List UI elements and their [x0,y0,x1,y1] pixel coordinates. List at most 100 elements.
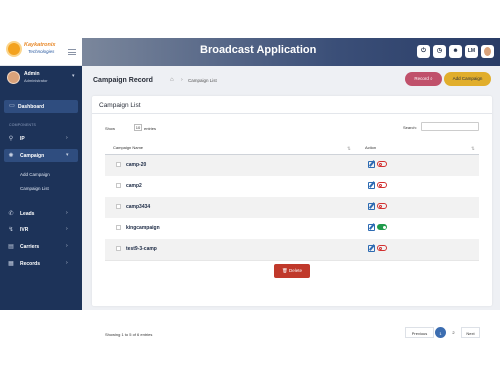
edit-icon[interactable] [368,182,375,189]
entries-select[interactable]: 10 [134,124,142,131]
sidebar-item-label: Dashboard [18,104,45,110]
table-row: kingcampaign [105,218,479,239]
add-campaign-button[interactable]: Add Campaign [444,72,491,86]
sidebar-item-carriers[interactable]: ▤ Carriers › [0,241,82,253]
divider [92,113,492,114]
chevron-right-icon: › [66,243,68,249]
content-header: Campaign Record ⌂ › Campaign List Record… [82,66,500,94]
table-row: camp3434 [105,197,479,218]
logo-sun-icon [8,43,20,55]
campaign-name: camp3434 [126,204,151,210]
row-checkbox[interactable] [116,246,121,251]
table-row: camp2 [105,176,479,197]
sidebar-item-records[interactable]: ▦ Records › [0,258,82,270]
home-icon[interactable]: ⌂ [170,77,174,83]
status-toggle[interactable] [377,245,387,251]
toggle-knob [378,204,382,208]
section-heading: COMPONENTS [9,123,37,127]
edit-icon[interactable] [368,245,375,252]
brand-tagline: Technologies [28,49,55,54]
table-row: test9-3-camp [105,239,479,260]
top-bar: Broadcast Application ⏻ ◷ ☻ LM [82,38,500,66]
sort-icon[interactable]: ⇅ [471,146,475,152]
profile-name: Admin [24,71,40,77]
row-checkbox[interactable] [116,162,121,167]
filter-icon: ⌕ [430,76,433,81]
sidebar-item-label: IVR [20,227,29,233]
avatar [7,71,20,84]
link-icon: ⚲ [8,136,14,142]
row-checkbox[interactable] [116,225,121,230]
edit-icon[interactable] [368,224,375,231]
lm-badge[interactable]: LM [465,45,478,58]
carrier-icon: ▤ [8,244,14,250]
hamburger-menu-icon[interactable] [68,49,76,55]
row-checkbox[interactable] [116,183,121,188]
delete-button[interactable]: 🗑 Delete [274,264,310,278]
app-window: Kaykatronix Technologies Admin Administr… [0,38,500,338]
sidebar-item-label: Leads [20,211,35,217]
ivr-icon: ↯ [8,227,14,233]
user-avatar-icon[interactable] [481,45,494,58]
sidebar-item-ivr[interactable]: ↯ IVR › [0,224,82,236]
chevron-right-icon: › [66,135,68,141]
page-title: Campaign Record [93,77,153,84]
sidebar: Kaykatronix Technologies Admin Administr… [0,38,82,310]
campaign-name: camp2 [126,183,142,189]
status-toggle[interactable] [377,203,387,209]
status-toggle[interactable] [377,224,387,230]
sidebar-item-label: IP [20,136,25,142]
sidebar-item-label: Carriers [20,244,40,250]
row-checkbox[interactable] [116,204,121,209]
show-label: Show [105,126,116,131]
status-toggle[interactable] [377,161,387,167]
record-button-label: Record [414,76,429,81]
pagination-previous[interactable]: Previous [405,327,434,338]
campaign-name: camp-20 [126,162,147,168]
profile[interactable]: Admin Administrator ▾ [0,66,82,100]
toggle-knob [378,162,382,166]
toggle-knob [383,225,386,229]
chevron-right-icon: › [66,226,68,232]
edit-icon[interactable] [368,203,375,210]
table-row: camp-20 [105,155,479,176]
sidebar-item-leads[interactable]: ✆ Leads › [0,208,82,220]
sidebar-item-label: Records [20,261,41,267]
app-title: Broadcast Application [200,44,317,56]
chevron-right-icon: › [66,210,68,216]
profile-role: Administrator [24,78,48,83]
record-button[interactable]: Record ⌕ [405,72,442,86]
delete-row: 🗑 Delete [105,260,479,281]
records-icon: ▦ [8,261,14,267]
phone-icon: ✆ [8,211,14,217]
users-icon[interactable]: ☻ [449,45,462,58]
column-header-campaign-name[interactable]: Campaign Name [113,145,143,150]
status-toggle[interactable] [377,182,387,188]
sidebar-item-campaign[interactable]: ✺ Campaign ▾ [4,149,78,162]
trash-icon: 🗑 [282,268,288,273]
sidebar-subitem-add-campaign[interactable]: Add Campaign [20,172,50,177]
power-icon[interactable]: ⏻ [417,45,430,58]
delete-button-label: Delete [288,268,302,273]
toggle-knob [378,183,382,187]
pagination-next[interactable]: Next [461,327,480,338]
chevron-down-icon: ▾ [66,152,69,158]
clock-icon[interactable]: ◷ [433,45,446,58]
campaign-name: test9-3-camp [126,246,157,252]
chevron-down-icon[interactable]: ▾ [72,73,75,79]
sort-icon[interactable]: ⇅ [347,146,351,152]
card-title: Campaign List [99,102,141,109]
column-header-action[interactable]: Action [365,145,376,150]
sidebar-subitem-campaign-list[interactable]: Campaign List [20,186,49,191]
edit-icon[interactable] [368,161,375,168]
broadcast-icon: ✺ [8,153,14,159]
sidebar-item-ip[interactable]: ⚲ IP › [0,133,82,145]
toggle-knob [378,246,382,250]
search-input[interactable] [421,122,479,131]
pagination-page-1[interactable]: 1 [435,327,446,338]
brand-logo[interactable]: Kaykatronix Technologies [0,38,82,66]
brand-name: Kaykatronix [24,42,56,48]
sidebar-item-dashboard[interactable]: ▭ Dashboard [4,100,78,113]
breadcrumb[interactable]: Campaign List [188,78,217,83]
pagination-page-2[interactable]: 2 [448,327,459,338]
